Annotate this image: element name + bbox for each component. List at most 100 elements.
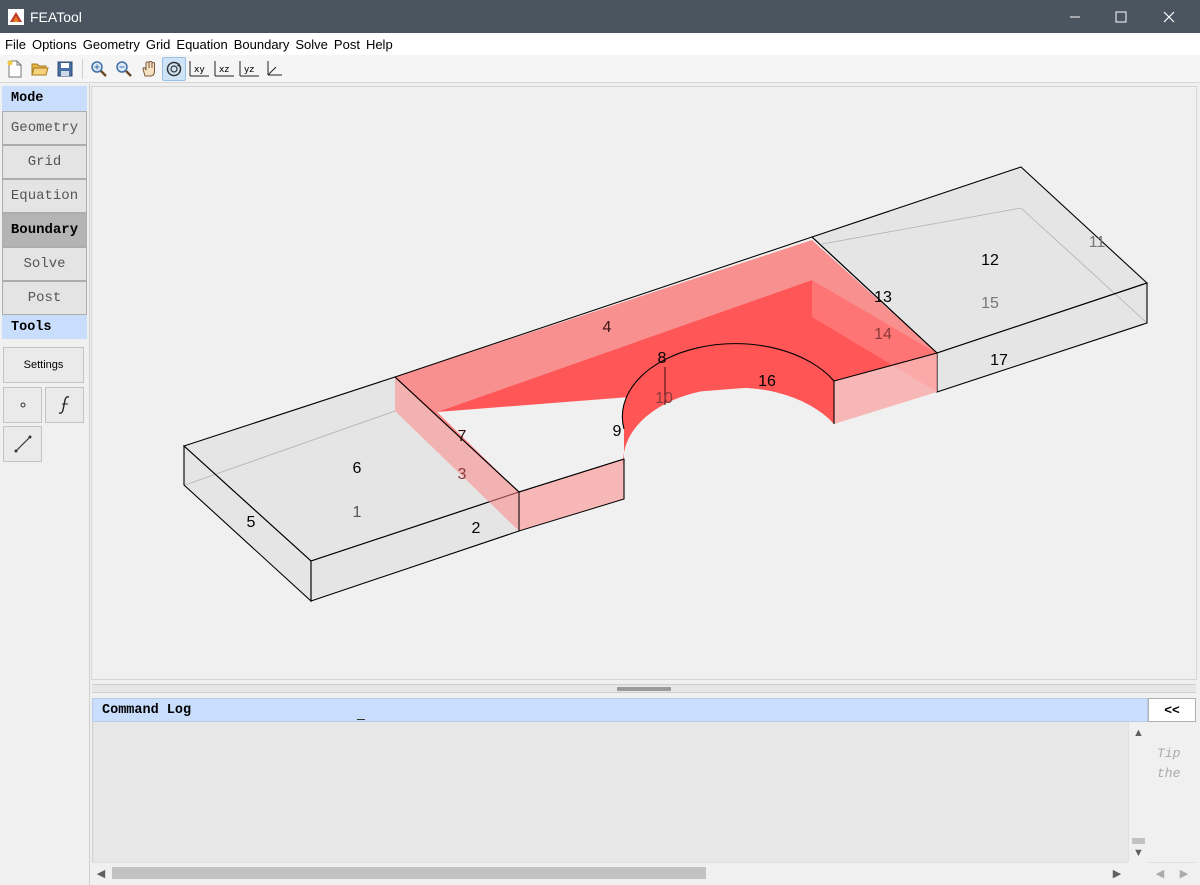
boundary-label-3: 3	[458, 466, 467, 483]
save-button[interactable]	[53, 57, 77, 81]
scroll-right-icon[interactable]: ▶	[1108, 863, 1126, 883]
panel-splitter[interactable]	[92, 684, 1196, 693]
log-vertical-scrollbar[interactable]: ▲ ▼	[1128, 722, 1147, 862]
tips-scroll-left-icon[interactable]: ◀	[1156, 867, 1164, 880]
new-icon	[7, 60, 22, 77]
save-icon	[57, 61, 73, 76]
line-tool-button[interactable]	[3, 426, 42, 462]
close-button[interactable]	[1146, 0, 1192, 33]
geometry-plot: 1 2 3 4 5 6 7 8 9 10 11 12 13 14 15 16 1…	[182, 166, 1149, 603]
point-icon	[20, 402, 25, 408]
function-tool-button[interactable]	[45, 387, 84, 423]
tips-panel: Tip the	[1148, 722, 1196, 862]
new-button[interactable]	[3, 57, 27, 81]
boundary-label-13: 13	[874, 289, 892, 306]
mode-grid-button[interactable]: Grid	[2, 145, 87, 179]
menu-equation[interactable]: Equation	[173, 37, 230, 52]
window-title: FEATool	[30, 8, 82, 25]
scroll-up-icon[interactable]: ▲	[1129, 724, 1148, 741]
svg-text:xy: xy	[194, 65, 205, 75]
menu-file[interactable]: File	[2, 37, 29, 52]
view-xz-button[interactable]: xz	[212, 57, 236, 81]
face-2	[518, 458, 625, 532]
zoom-in-icon	[91, 60, 107, 77]
scroll-left-icon[interactable]: ◀	[92, 863, 110, 883]
open-icon	[31, 63, 49, 75]
command-log-header: Command Log	[92, 698, 1148, 722]
sidebar: Mode Geometry Grid Equation Boundary Sol…	[0, 84, 90, 885]
mode-boundary-button[interactable]: Boundary	[2, 213, 87, 247]
tips-scroll-right-icon[interactable]: ▶	[1180, 867, 1188, 880]
view-yz-button[interactable]: yz	[237, 57, 261, 81]
tip-line-2: the	[1157, 766, 1181, 781]
menu-bar: File Options Geometry Grid Equation Boun…	[0, 33, 1200, 55]
rotate-3d-button[interactable]	[162, 56, 186, 81]
toolbar-separator	[82, 58, 83, 79]
scroll-down-icon[interactable]: ▼	[1129, 844, 1148, 861]
menu-grid[interactable]: Grid	[143, 37, 174, 52]
mode-equation-button[interactable]: Equation	[2, 179, 87, 213]
menu-options[interactable]: Options	[29, 37, 80, 52]
view-3d-icon	[267, 60, 282, 75]
featool-logo-icon	[8, 8, 24, 25]
boundary-label-10: 10	[655, 390, 673, 407]
settings-button[interactable]: Settings	[3, 347, 84, 383]
view-xy-icon: xy	[189, 60, 209, 76]
view-xy-button[interactable]: xy	[187, 57, 211, 81]
highlighted-boundaries	[395, 240, 937, 532]
boundary-label-17: 17	[990, 352, 1008, 369]
minimize-button[interactable]	[1052, 0, 1098, 33]
tools-header: Tools	[2, 315, 87, 339]
boundary-label-8: 8	[658, 350, 667, 367]
tips-horizontal-scrollbar[interactable]: ◀ ▶	[1148, 862, 1196, 883]
boundary-label-2: 2	[472, 520, 481, 537]
boundary-label-6: 6	[353, 460, 362, 477]
boundary-label-9: 9	[613, 423, 622, 440]
mode-header: Mode	[2, 86, 87, 111]
boundary-label-15: 15	[981, 295, 999, 312]
boundary-label-7: 7	[458, 428, 467, 445]
minimize-icon	[1070, 16, 1080, 17]
rotate-3d-icon	[166, 61, 182, 76]
pan-icon	[142, 60, 155, 76]
zoom-out-button[interactable]	[112, 57, 136, 81]
boundary-label-1: 1	[353, 504, 362, 521]
function-icon	[58, 396, 69, 414]
boundary-label-4: 4	[603, 319, 612, 336]
boundary-label-5: 5	[247, 514, 256, 531]
maximize-icon	[1115, 11, 1127, 22]
geometry-viewport[interactable]: 1 2 3 4 5 6 7 8 9 10 11 12 13 14 15 16 1…	[91, 86, 1197, 680]
menu-post[interactable]: Post	[331, 37, 363, 52]
tip-line-1: Tip	[1157, 746, 1181, 761]
mode-post-button[interactable]: Post	[2, 281, 87, 315]
title-bar: FEATool	[0, 0, 1200, 33]
close-icon	[1163, 11, 1175, 22]
view-xz-icon: xz	[214, 60, 234, 76]
mode-solve-button[interactable]: Solve	[2, 247, 87, 281]
zoom-out-icon	[116, 60, 132, 77]
menu-help[interactable]: Help	[363, 37, 396, 52]
menu-geometry[interactable]: Geometry	[80, 37, 143, 52]
mode-geometry-button[interactable]: Geometry	[2, 111, 87, 145]
boundary-label-16: 16	[758, 373, 776, 390]
menu-boundary[interactable]: Boundary	[231, 37, 293, 52]
open-button[interactable]	[28, 57, 52, 81]
boundary-label-14: 14	[874, 326, 892, 343]
command-log-area[interactable]	[92, 719, 1128, 862]
menu-solve[interactable]: Solve	[292, 37, 331, 52]
pan-button[interactable]	[137, 57, 161, 81]
zoom-in-button[interactable]	[87, 57, 111, 81]
boundary-label-12: 12	[981, 252, 999, 269]
maximize-button[interactable]	[1098, 0, 1144, 33]
boundary-label-11: 11	[1089, 234, 1106, 251]
toolbar: xy xz yz	[0, 55, 1200, 83]
view-3d-button[interactable]	[262, 57, 286, 81]
log-hscroll-thumb[interactable]	[112, 867, 706, 879]
svg-text:yz: yz	[244, 65, 254, 75]
line-icon	[14, 435, 31, 453]
splitter-grip[interactable]	[617, 687, 671, 691]
point-tool-button[interactable]	[3, 387, 42, 423]
log-horizontal-scrollbar[interactable]: ◀ ▶	[92, 862, 1128, 883]
collapse-tips-button[interactable]: <<	[1148, 698, 1196, 722]
svg-text:xz: xz	[219, 65, 229, 75]
